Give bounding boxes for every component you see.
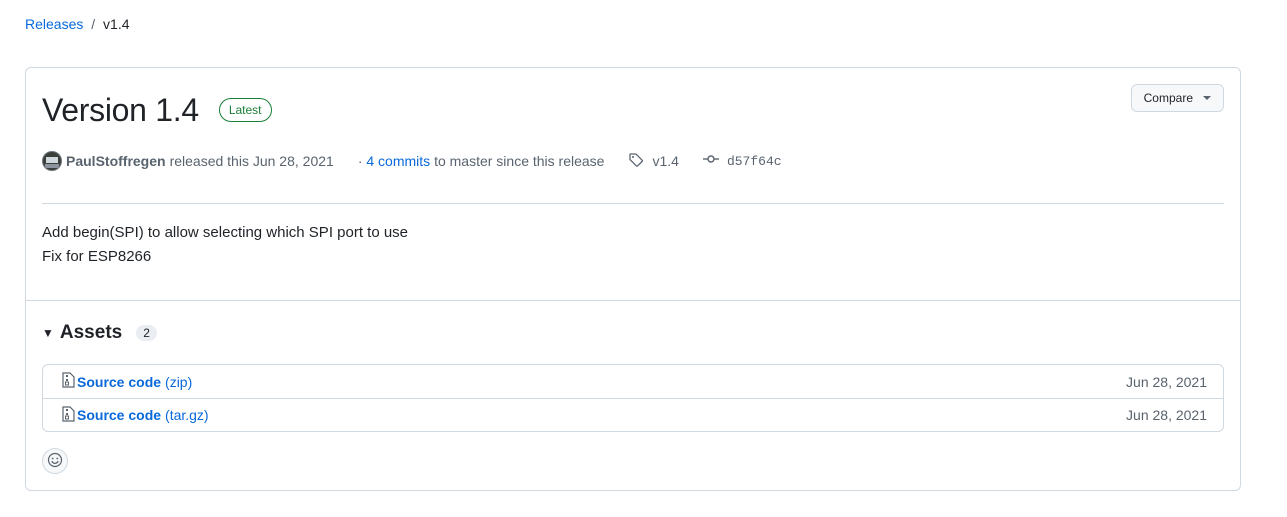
asset-link-targz[interactable]: Source code (tar.gz) bbox=[61, 405, 209, 425]
file-zip-icon bbox=[61, 372, 75, 391]
chevron-down-icon bbox=[1203, 96, 1211, 100]
latest-badge: Latest bbox=[218, 98, 272, 122]
file-zip-icon bbox=[61, 405, 75, 425]
asset-link-zip[interactable]: Source code (zip) bbox=[61, 372, 192, 391]
release-notes: Add begin(SPI) to allow selecting which … bbox=[42, 221, 408, 269]
asset-row: Source code (zip) Jun 28, 2021 bbox=[43, 365, 1223, 398]
commits-suffix: to master since this release bbox=[434, 153, 605, 169]
asset-date: Jun 28, 2021 bbox=[1126, 373, 1207, 390]
git-commit-icon bbox=[702, 151, 719, 171]
asset-date: Jun 28, 2021 bbox=[1126, 407, 1207, 423]
compare-label: Compare bbox=[1143, 91, 1193, 105]
commits-prefix: · bbox=[357, 153, 363, 169]
asset-name: Source code bbox=[77, 373, 162, 390]
avatar[interactable] bbox=[42, 151, 62, 171]
tag-info[interactable]: v1.4 bbox=[628, 152, 679, 171]
asset-row: Source code (tar.gz) Jun 28, 2021 bbox=[43, 398, 1223, 431]
release-note-line: Fix for ESP8266 bbox=[42, 248, 152, 265]
tag-icon bbox=[628, 152, 644, 171]
assets-list: Source code (zip) Jun 28, 2021 Source co… bbox=[42, 364, 1224, 432]
breadcrumb-current: v1.4 bbox=[103, 16, 130, 32]
release-meta: PaulStoffregen released this Jun 28, 202… bbox=[42, 151, 782, 171]
assets-title: Assets bbox=[59, 322, 123, 343]
released-date: released this Jun 28, 2021 bbox=[169, 153, 334, 169]
asset-ext: (tar.gz) bbox=[165, 407, 209, 423]
breadcrumb: Releases / v1.4 bbox=[25, 16, 130, 32]
notes-divider bbox=[26, 300, 1240, 301]
tag-label: v1.4 bbox=[652, 153, 679, 169]
release-note-line: Add begin(SPI) to allow selecting which … bbox=[42, 224, 409, 241]
release-card: Version 1.4 Latest Compare PaulStoffrege… bbox=[25, 67, 1241, 491]
breadcrumb-separator: / bbox=[91, 16, 96, 32]
smiley-icon bbox=[47, 452, 63, 471]
commits-link[interactable]: 4 commits bbox=[366, 153, 430, 169]
header-divider bbox=[42, 203, 1224, 204]
asset-ext: (zip) bbox=[165, 373, 193, 390]
asset-name: Source code bbox=[77, 407, 162, 423]
commits-info: · 4 commits to master since this release bbox=[358, 153, 605, 169]
release-title[interactable]: Version 1.4 bbox=[42, 90, 199, 130]
breadcrumb-releases-link[interactable]: Releases bbox=[25, 16, 83, 32]
add-reaction-button[interactable] bbox=[42, 448, 68, 474]
compare-button[interactable]: Compare bbox=[1130, 84, 1224, 112]
triangle-down-icon: ▼ bbox=[42, 326, 54, 340]
assets-count-badge: 2 bbox=[136, 325, 157, 341]
commit-sha: d57f64c bbox=[726, 153, 782, 169]
author-link[interactable]: PaulStoffregen bbox=[66, 153, 166, 169]
release-header: Version 1.4 Latest bbox=[42, 90, 272, 130]
commit-info[interactable]: d57f64c bbox=[702, 151, 782, 171]
assets-toggle[interactable]: ▼ Assets 2 bbox=[42, 322, 157, 344]
